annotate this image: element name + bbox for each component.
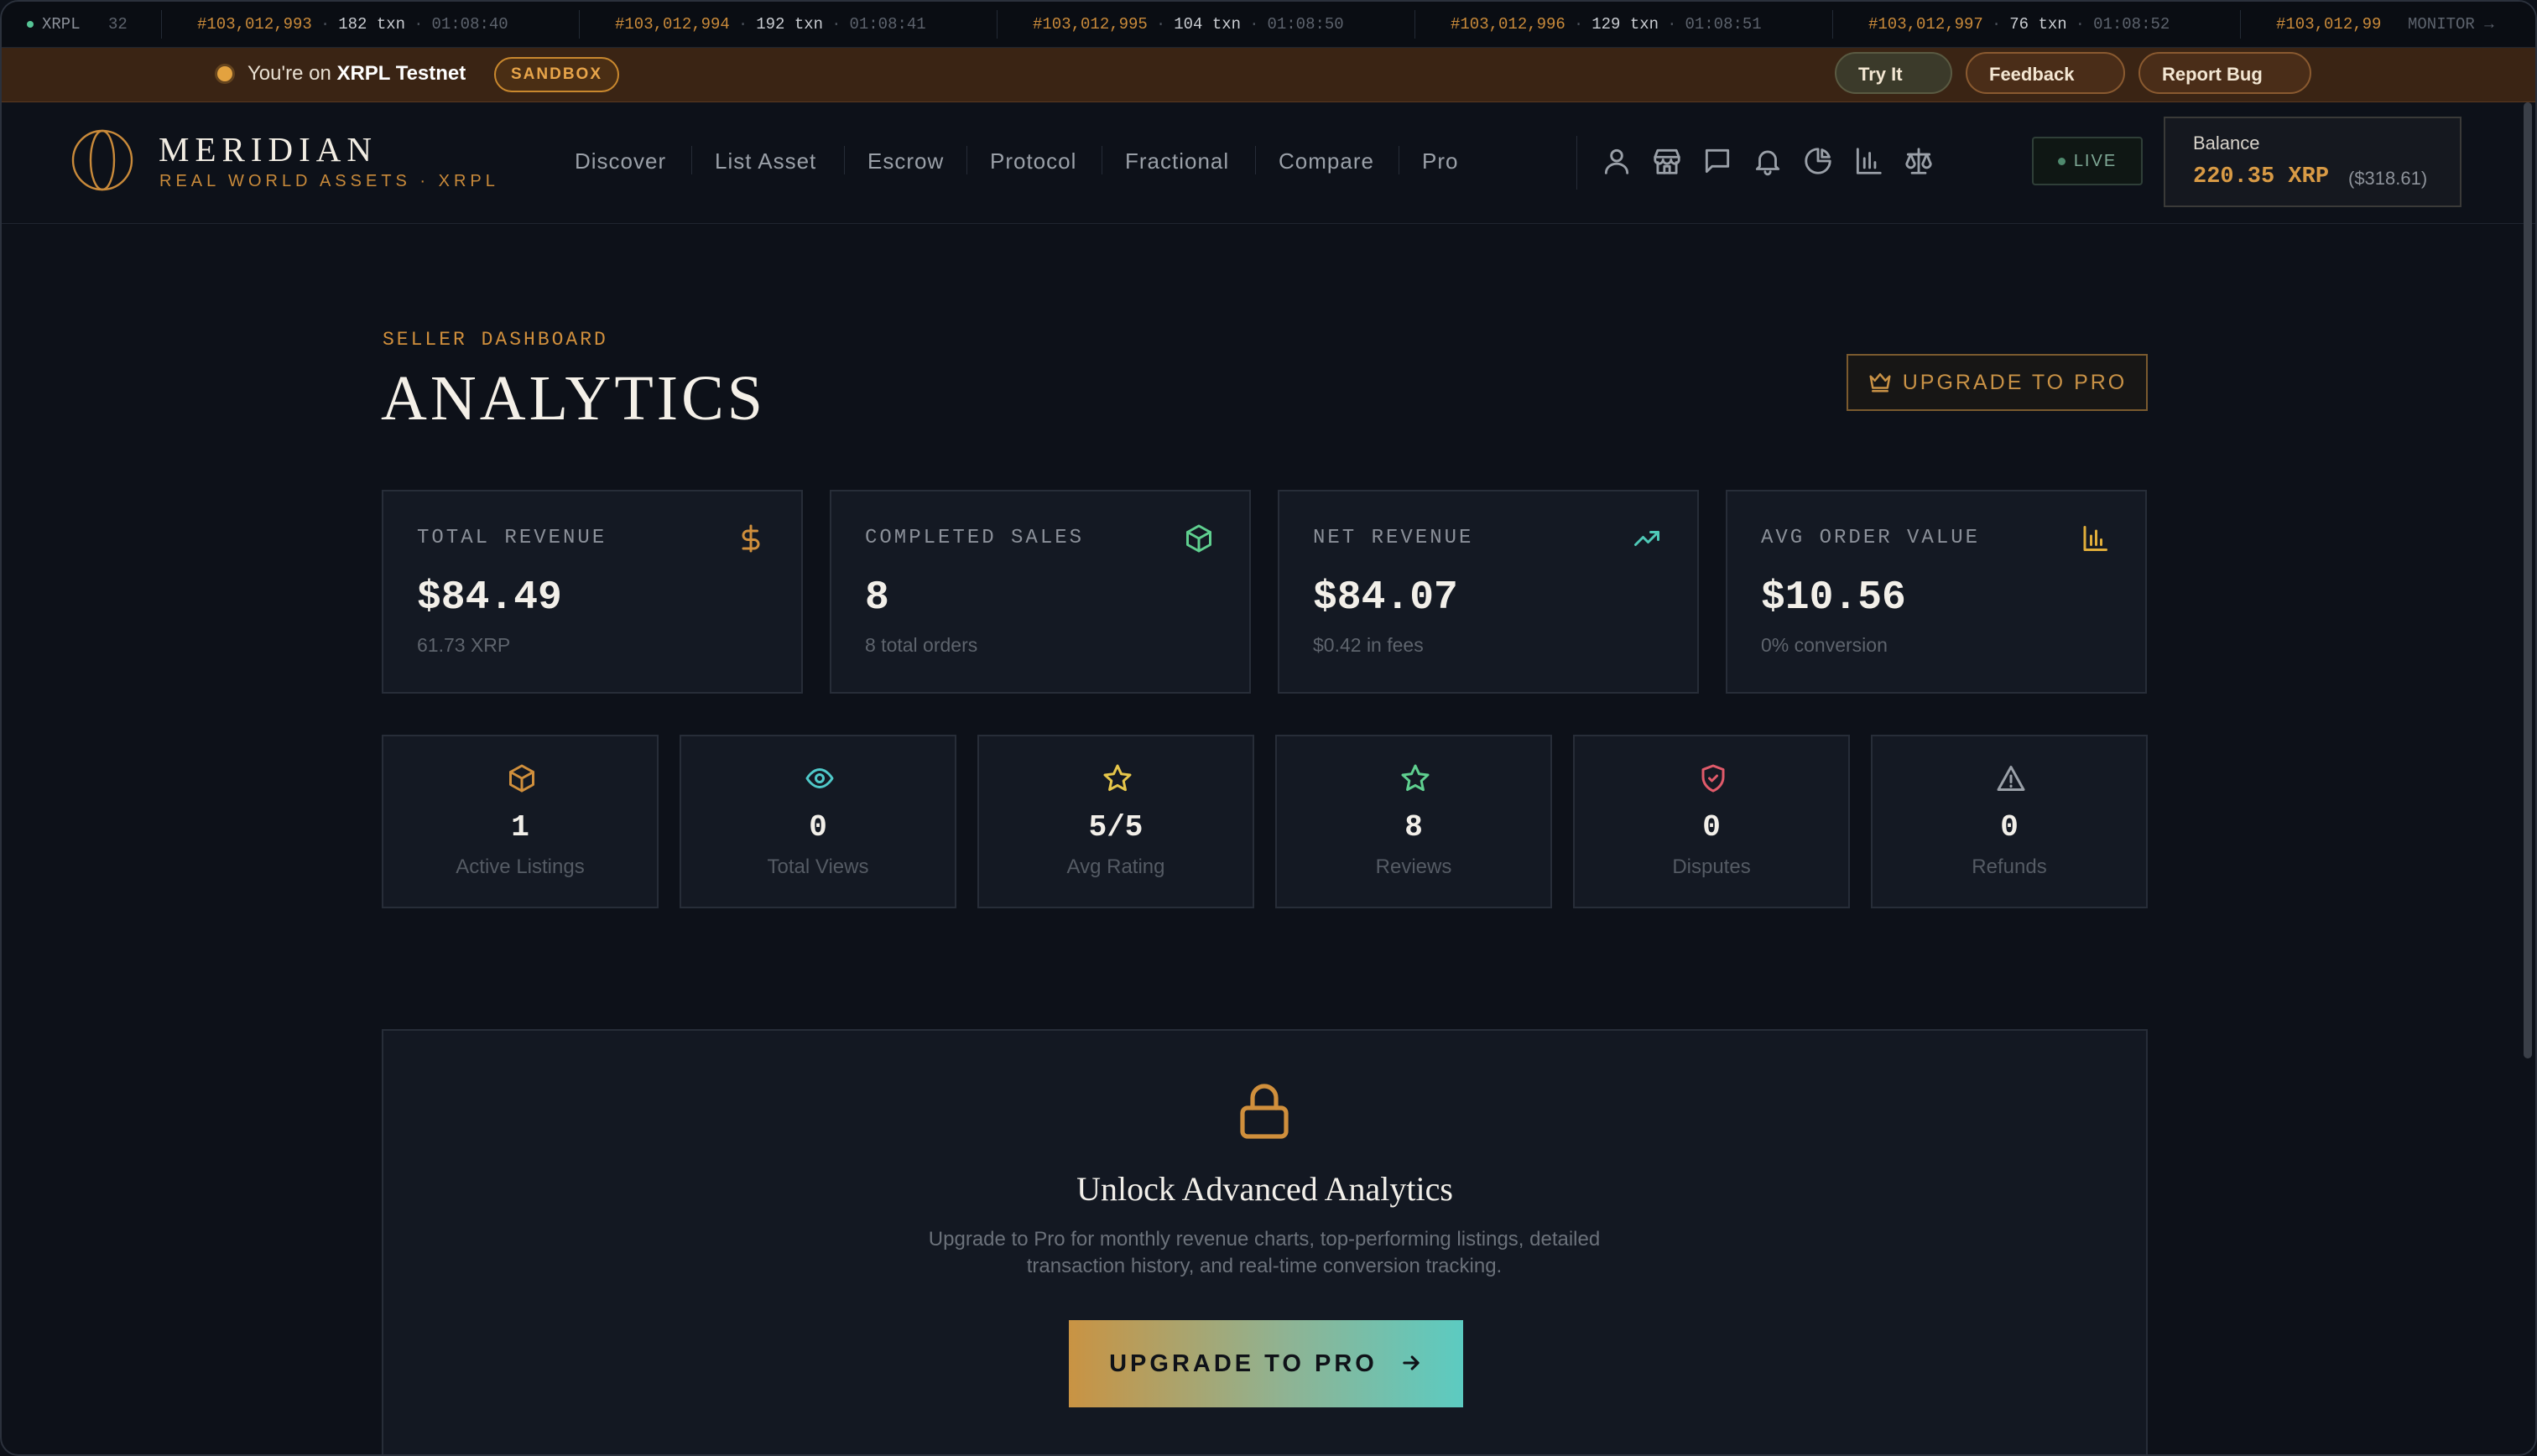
mini-card-reviews: 8 Reviews	[1275, 735, 1552, 908]
trending-up-icon	[1634, 531, 1659, 546]
mini-card-active-listings: 1 Active Listings	[382, 735, 659, 908]
pie-chart-icon[interactable]	[1802, 145, 1834, 177]
bell-icon[interactable]	[1752, 145, 1784, 177]
shield-icon	[1701, 764, 1725, 793]
nav-fractional[interactable]: Fractional	[1125, 148, 1229, 174]
upgrade-to-pro-button[interactable]: UPGRADE TO PRO	[1847, 354, 2148, 411]
monitor-link[interactable]: MONITOR →	[2408, 2, 2535, 47]
nav-compare[interactable]: Compare	[1279, 148, 1374, 174]
lock-icon	[1240, 1084, 1289, 1139]
brand-tagline: REAL WORLD ASSETS · XRPL	[159, 172, 499, 190]
meridian-logo-icon[interactable]	[70, 128, 134, 192]
bar-chart-icon[interactable]	[1852, 145, 1884, 177]
ticker-item: #103,012,997 · 76 txn · 01:08:52	[1868, 15, 2170, 34]
stat-card-net-revenue: NET REVENUE $84.07 $0.42 in fees	[1278, 490, 1699, 694]
page-eyebrow: SELLER DASHBOARD	[383, 329, 608, 351]
live-status: LIVE	[2032, 137, 2143, 185]
brand-name[interactable]: MERIDIAN	[159, 129, 378, 169]
stat-card-total-revenue: TOTAL REVENUE $84.49 61.73 XRP	[382, 490, 803, 694]
report-bug-button[interactable]: Report Bug	[2138, 52, 2311, 125]
scale-icon[interactable]	[1903, 145, 1935, 177]
unlock-title: Unlock Advanced Analytics	[1076, 1170, 1453, 1208]
crown-icon	[1869, 373, 1891, 393]
arrow-right-icon	[1403, 1355, 1420, 1370]
stat-card-completed-sales: COMPLETED SALES 8 8 total orders	[830, 490, 1251, 694]
block-ticker: XRPL 32 #103,012,993 · 182 txn · 01:08:40 #1…	[2, 2, 2535, 48]
feedback-button[interactable]: Feedback	[1966, 52, 2125, 125]
mini-card-avg-rating: 5/5 Avg Rating	[977, 735, 1254, 908]
sandbox-banner: You're on XRPL Testnet SANDBOX Try It Fe…	[2, 48, 2535, 125]
balance-usd: ($318.61)	[2348, 168, 2428, 189]
star-icon	[1103, 764, 1132, 792]
live-dot-icon	[27, 20, 34, 28]
mini-card-total-views: 0 Total Views	[680, 735, 956, 908]
balance-label: Balance	[2193, 133, 2260, 153]
stat-card-avg-order-value: AVG ORDER VALUE $10.56 0% conversion	[1726, 490, 2147, 694]
ticker-partial: 32	[108, 15, 128, 34]
ticker-item: #103,012,995 · 104 txn · 01:08:50	[1033, 15, 1344, 34]
store-icon[interactable]	[1651, 145, 1683, 177]
star-outline-icon	[1401, 764, 1430, 792]
page-title: ANALYTICS	[381, 363, 767, 434]
nav-list-asset[interactable]: List Asset	[715, 148, 816, 174]
scrollbar[interactable]	[2524, 102, 2532, 1058]
unlock-analytics-panel: Unlock Advanced Analytics Upgrade to Pro…	[382, 1029, 2148, 1454]
live-dot-icon	[2057, 158, 2066, 166]
user-icon[interactable]	[1601, 145, 1633, 177]
alert-triangle-icon	[1997, 766, 2025, 791]
mini-card-refunds: 0 Refunds	[1871, 735, 2148, 908]
unlock-upgrade-button[interactable]: UPGRADE TO PRO	[1069, 1320, 1463, 1407]
ticker-item: #103,012,993 · 182 txn · 01:08:40	[197, 15, 508, 34]
nav-discover[interactable]: Discover	[575, 148, 666, 174]
nav-protocol[interactable]: Protocol	[990, 148, 1076, 174]
chat-icon[interactable]	[1701, 145, 1733, 177]
bar-chart-icon	[2083, 526, 2107, 551]
app-window: XRPL 32 #103,012,993 · 182 txn · 01:08:40 #1…	[0, 0, 2537, 1456]
try-it-button[interactable]: Try It	[1835, 52, 1952, 123]
mini-card-disputes: 0 Disputes	[1573, 735, 1850, 908]
eye-icon	[805, 768, 834, 788]
ticker-item: #103,012,994 · 192 txn · 01:08:41	[615, 15, 926, 34]
ticker-item: #103,012,99	[2276, 15, 2382, 34]
package-icon	[1186, 524, 1211, 553]
nav-escrow[interactable]: Escrow	[867, 148, 944, 174]
unlock-description: Upgrade to Pro for monthly revenue chart…	[928, 1228, 1601, 1277]
ticker-network: XRPL	[27, 2, 81, 47]
balance-value: 220.35 XRP	[2193, 164, 2330, 190]
main-header: MERIDIAN REAL WORLD ASSETS · XRPL Discov…	[2, 102, 2535, 224]
balance-widget[interactable]: Balance 220.35 XRP ($318.61)	[2164, 117, 2461, 207]
nav-pro[interactable]: Pro	[1422, 148, 1458, 174]
ticker-item: #103,012,996 · 129 txn · 01:08:51	[1451, 15, 1762, 34]
dollar-icon	[742, 524, 760, 553]
package-icon	[509, 764, 534, 793]
sandbox-badge: SANDBOX	[494, 57, 620, 92]
sandbox-message: You're on XRPL Testnet	[247, 62, 466, 85]
warning-dot-icon	[217, 66, 232, 81]
